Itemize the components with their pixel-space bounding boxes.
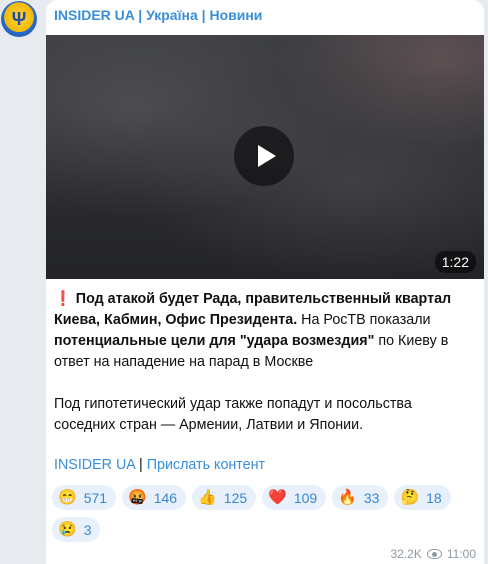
message-paragraph-1: ❗ Под атакой будет Рада, правительственн…	[54, 289, 476, 373]
cursing-emoji-icon: 🤬	[128, 489, 147, 506]
grin-emoji-icon: 😁	[58, 489, 77, 506]
reaction-thinking[interactable]: 🤔 18	[394, 485, 451, 510]
reaction-cursing[interactable]: 🤬 146	[122, 485, 187, 510]
exclamation-icon: ❗	[54, 291, 72, 307]
reaction-count: 125	[223, 489, 248, 506]
reaction-count: 3	[83, 521, 92, 538]
reaction-count: 109	[293, 489, 318, 506]
channel-avatar[interactable]: Ψ	[1, 1, 37, 37]
message-paragraph-2: Под гипотетический удар также попадут и …	[54, 396, 412, 433]
message-bubble: INSIDER UA | Україна | Новини 1:22 ❗ Под…	[46, 0, 484, 564]
channel-link[interactable]: INSIDER UA	[54, 457, 135, 473]
message-meta: 32.2K 11:00	[391, 547, 477, 561]
reaction-count: 18	[426, 489, 442, 506]
thinking-emoji-icon: 🤔	[400, 489, 420, 506]
channel-name[interactable]: INSIDER UA | Україна | Новини	[54, 7, 262, 23]
eye-icon	[426, 549, 442, 559]
message-text: ❗ Под атакой будет Рада, правительственн…	[54, 289, 476, 436]
message-time: 11:00	[446, 547, 476, 561]
video-duration: 1:22	[434, 251, 476, 273]
submit-content-link[interactable]: Прислать контент	[147, 457, 265, 473]
footer-links: INSIDER UA | Прислать контент	[54, 457, 265, 473]
video-player[interactable]: 1:22	[46, 35, 484, 279]
reaction-grin[interactable]: 😁 571	[52, 485, 117, 510]
text-segment: На РосТВ показали	[297, 312, 431, 328]
reactions-bar: 😁 571 🤬 146 👍 125 ❤️ 109 🔥 33 🤔 18 😢 3	[52, 485, 478, 542]
crying-emoji-icon: 😢	[58, 521, 77, 538]
heart-emoji-icon: ❤️	[268, 489, 287, 506]
fire-emoji-icon: 🔥	[338, 489, 357, 506]
reaction-heart[interactable]: ❤️ 109	[262, 485, 327, 510]
reaction-count: 571	[83, 489, 108, 506]
play-button[interactable]	[234, 126, 294, 186]
ukraine-trident-icon: Ψ	[11, 9, 27, 29]
thumbs-up-emoji-icon: 👍	[198, 489, 217, 506]
play-icon	[257, 145, 276, 167]
reaction-count: 146	[153, 489, 178, 506]
reaction-crying[interactable]: 😢 3	[52, 517, 101, 542]
link-separator: |	[135, 457, 147, 473]
reaction-count: 33	[363, 489, 380, 506]
reaction-thumbs-up[interactable]: 👍 125	[192, 485, 257, 510]
view-count: 32.2K	[390, 547, 422, 561]
reaction-fire[interactable]: 🔥 33	[332, 485, 389, 510]
highlight-bold: потенциальные цели для "удара возмездия"	[54, 333, 375, 349]
